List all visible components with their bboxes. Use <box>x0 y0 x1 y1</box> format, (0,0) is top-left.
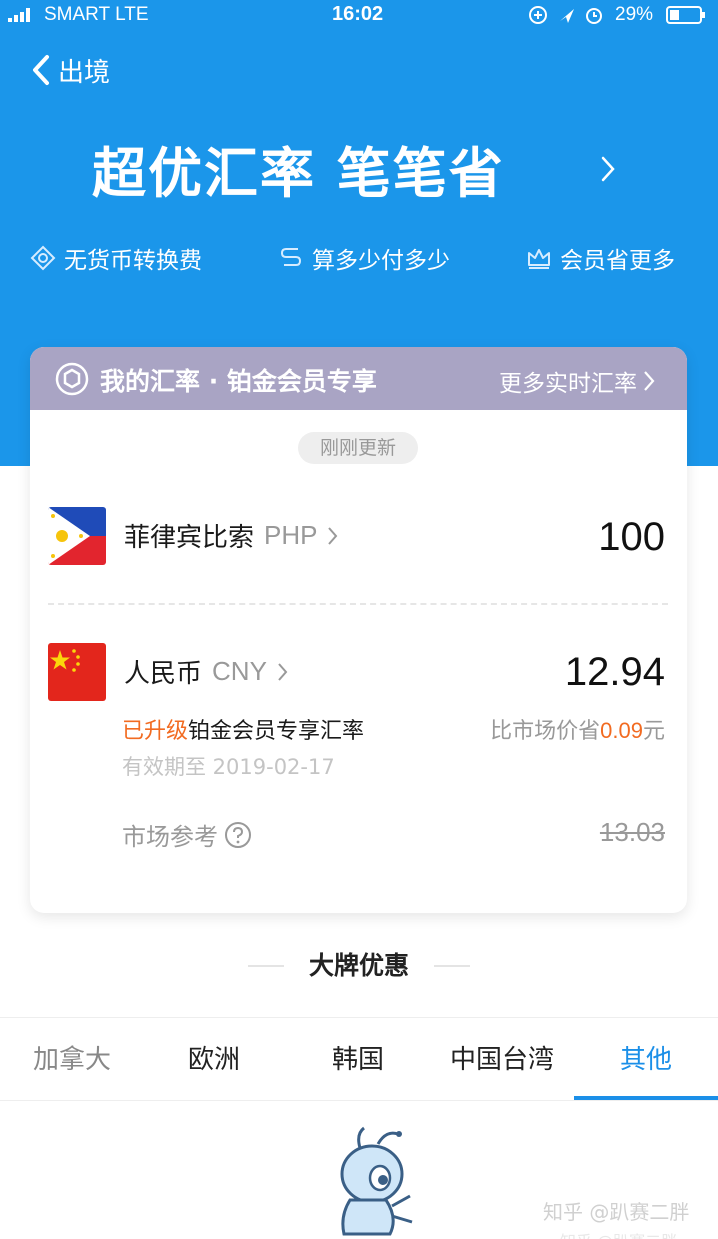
divider <box>434 965 470 967</box>
nav-title: 出境 <box>58 57 111 88</box>
feature-list: 无货币转换费 算多少付多少 会员省更多 <box>0 238 718 278</box>
member-badge-icon <box>55 362 89 396</box>
tab-canada[interactable]: 加拿大 <box>0 1018 144 1102</box>
feature-label: 会员省更多 <box>560 248 675 274</box>
divider <box>48 603 668 605</box>
upgrade-prefix: 已升级 <box>122 719 189 744</box>
divider <box>248 965 284 967</box>
upgrade-text: 铂金会员专享汇率 <box>188 719 365 744</box>
ant-mascot-icon <box>340 1126 413 1236</box>
more-rates-link[interactable]: 更多实时汇率 <box>499 364 655 398</box>
from-amount[interactable]: 100 <box>598 515 665 560</box>
to-currency-code: CNY <box>212 656 267 686</box>
back-button[interactable]: 出境 <box>30 50 140 90</box>
to-currency-name: 人民币 <box>124 659 203 689</box>
tab-korea[interactable]: 韩国 <box>286 1018 430 1102</box>
update-status-badge: 刚刚更新 <box>298 432 418 464</box>
market-reference: 市场参考 <box>122 817 252 852</box>
feature-label: 算多少付多少 <box>312 248 450 274</box>
region-tabs: 加拿大 欧洲 韩国 中国台湾 其他 <box>0 1017 718 1101</box>
feature-item: 算多少付多少 <box>278 238 450 278</box>
card-header: 我的汇率 · 铂金会员专享 更多实时汇率 <box>30 347 687 410</box>
promo-title: 超优汇率 笔笔省 <box>92 141 505 205</box>
upgrade-note: 已升级铂金会员专享汇率 <box>122 713 364 745</box>
tab-taiwan[interactable]: 中国台湾 <box>430 1018 574 1102</box>
to-currency-selector[interactable]: 人民币 CNY <box>124 653 288 690</box>
feature-label: 无货币转换费 <box>64 248 202 274</box>
feature-item: 会员省更多 <box>526 238 675 278</box>
chevron-right-icon <box>601 156 615 182</box>
save-amount: 0.09 <box>600 718 643 743</box>
help-icon[interactable] <box>224 821 252 849</box>
deals-section-title: 大牌优惠 <box>0 946 718 982</box>
china-flag-icon <box>48 643 106 701</box>
promo-headline[interactable]: 超优汇率 笔笔省 <box>92 133 632 205</box>
active-tab-indicator <box>574 1096 718 1100</box>
save-unit: 元 <box>642 719 665 744</box>
deals-title: 大牌优惠 <box>308 951 409 980</box>
from-currency-selector[interactable]: 菲律宾比索 PHP <box>124 517 338 554</box>
signal-icon <box>8 8 30 22</box>
clock: 16:02 <box>332 3 384 25</box>
chevron-left-icon <box>33 55 49 85</box>
chevron-right-icon <box>644 371 655 391</box>
feature-item: 无货币转换费 <box>30 238 202 278</box>
no-fee-icon <box>30 245 56 271</box>
status-bar: SMART LTE 16:02 29% <box>0 0 718 32</box>
savings-note: 比市场价省0.09元 <box>490 713 665 745</box>
valid-until: 有效期至 2019-02-17 <box>122 755 335 779</box>
exchange-rate-card: 我的汇率 · 铂金会员专享 更多实时汇率 刚刚更新 菲律宾比索 PHP 100 <box>30 347 687 913</box>
zhihu-watermark-shadow: 知乎 @趴赛二胖 <box>560 1228 677 1239</box>
crown-icon <box>528 249 550 269</box>
card-title: 我的汇率 · 铂金会员专享 <box>100 367 377 396</box>
zhihu-watermark: 知乎 @趴赛二胖 <box>543 1200 690 1224</box>
tab-other[interactable]: 其他 <box>574 1018 718 1102</box>
save-prefix: 比市场价省 <box>490 719 601 744</box>
exchange-icon <box>280 248 302 266</box>
more-rates-label: 更多实时汇率 <box>499 371 637 397</box>
philippines-flag-icon <box>48 507 106 565</box>
carrier-label: SMART LTE <box>44 4 149 25</box>
market-ref-label: 市场参考 <box>122 823 218 851</box>
chevron-right-icon <box>328 526 338 545</box>
battery-icon <box>666 6 705 24</box>
market-ref-value: 13.03 <box>599 817 665 847</box>
battery-percent: 29% <box>615 4 654 25</box>
to-amount: 12.94 <box>564 650 665 694</box>
from-currency-name: 菲律宾比索 <box>124 523 255 553</box>
from-currency-code: PHP <box>264 520 318 550</box>
chevron-right-icon <box>278 662 288 681</box>
tab-europe[interactable]: 欧洲 <box>142 1018 286 1102</box>
